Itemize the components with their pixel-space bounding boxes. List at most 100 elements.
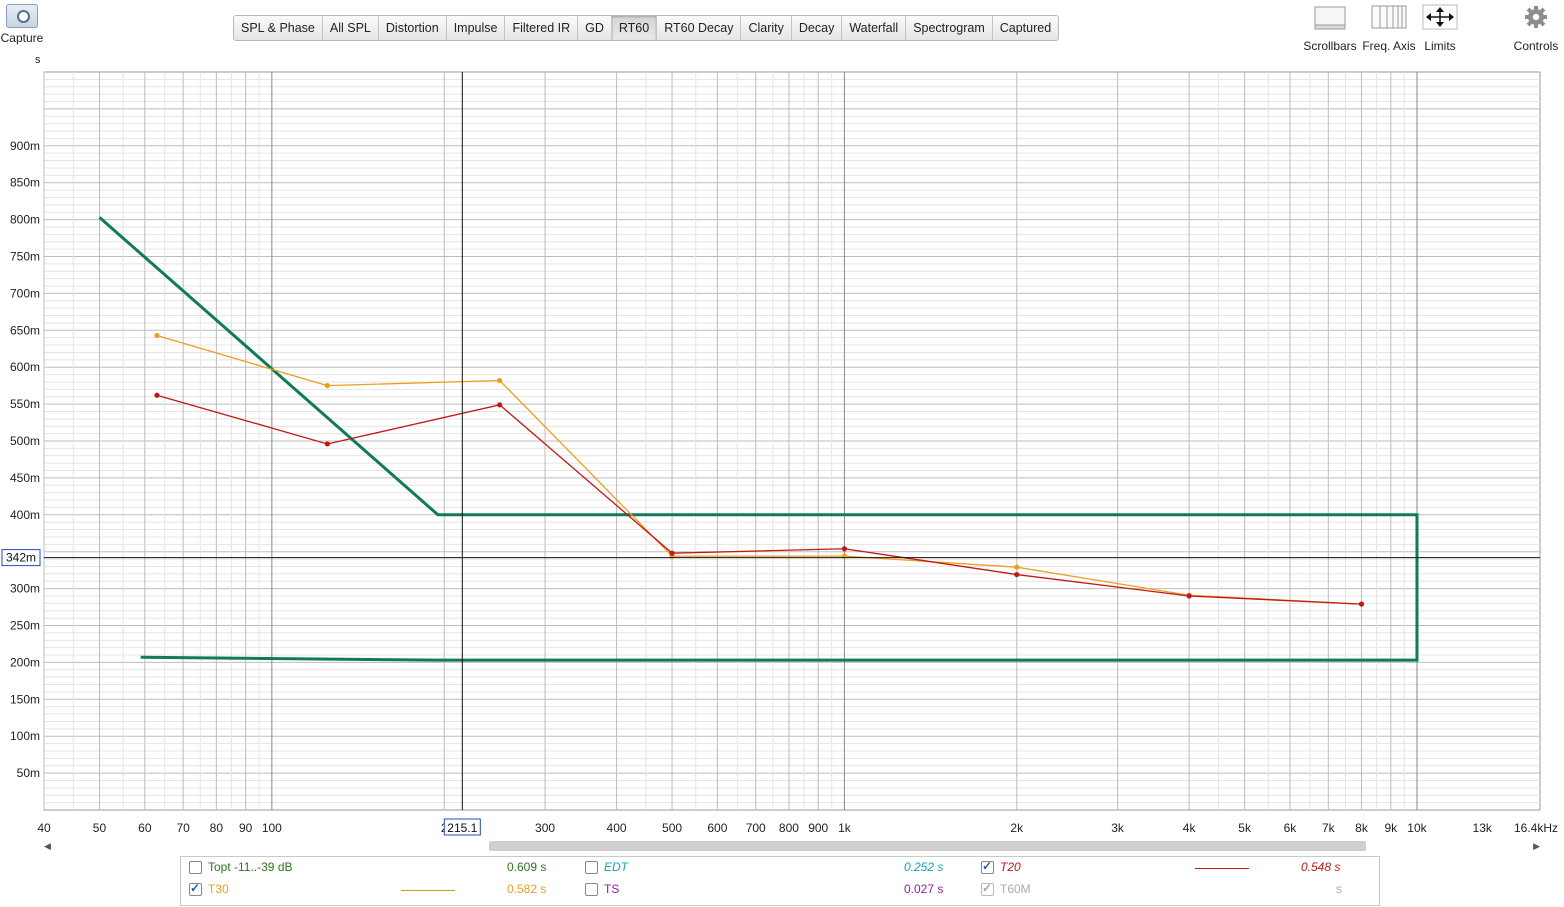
x-tick-label: 50 [93,821,107,835]
y-tick-label: 150m [10,692,40,706]
data-point-t20 [841,546,848,552]
x-tick-label: 1k [838,821,852,835]
t60m-checkbox [981,881,994,896]
y-tick-label: 750m [10,250,40,264]
tab-filtered-ir[interactable]: Filtered IR [505,16,579,40]
x-tick-label: 80 [210,821,224,835]
rt60-chart[interactable]: 50m 100m 150m 200m 250m 300m 400m 450m 500m 550m 6… [0,60,1564,840]
y-tick-label: 500m [10,434,40,448]
tab-rt60[interactable]: RT60 [611,16,658,40]
data-point-t20 [669,550,675,556]
tab-waterfall[interactable]: Waterfall [842,16,907,40]
cursor-y-label: 342m [6,551,36,565]
limits-arrows-icon [1420,4,1460,30]
y-tick-label: 300m [10,582,40,596]
scrollbar-thumb[interactable] [489,841,1366,851]
x-tick-label: 7k [1322,821,1336,835]
capture-button[interactable]: Capture [0,4,44,45]
scroll-left-arrow-icon[interactable]: ◀ [44,840,51,852]
legend-t30[interactable]: T30 [189,881,229,896]
x-tick-label: 6k [1284,821,1298,835]
ts-checkbox[interactable] [585,882,598,896]
controls-button[interactable]: Controls [1510,4,1562,53]
legend-row: Topt -11..-39 dB 0.609 s EDT 0.252 s T20… [181,857,1379,879]
legend-edt[interactable]: EDT [585,860,628,874]
x-tick-label: 10k [1407,821,1427,835]
y-tick-label: 900m [10,139,40,153]
tab-captured[interactable]: Captured [993,16,1058,40]
x-tick-label: 70 [176,821,190,835]
y-tick-label: 200m [10,655,40,669]
y-tick-label: 700m [10,286,40,300]
y-tick-label: 550m [10,397,40,411]
x-tick-label: 4k [1183,821,1197,835]
x-tick-label: 13k [1473,821,1493,835]
x-tick-label: 16.4kHz [1514,821,1558,835]
t20-label: T20 [1000,860,1021,874]
tab-spectrogram[interactable]: Spectrogram [906,16,993,40]
edt-value: 0.252 s [904,860,944,874]
y-tick-label: 850m [10,176,40,190]
t20-legend-line [1195,868,1249,869]
x-tick-label: 5k [1238,821,1252,835]
legend-t20[interactable]: T20 [981,859,1021,874]
scroll-right-arrow-icon[interactable]: ▶ [1533,840,1540,852]
x-tick-label: 2k [1010,821,1024,835]
y-tick-label: 50m [17,766,40,780]
data-point-t30 [1014,564,1020,570]
x-tick-labels: 40506070809010023004005006007008009001k2… [37,821,1558,835]
t60m-value: s [1336,882,1342,896]
tab-decay[interactable]: Decay [792,16,843,40]
tab-clarity[interactable]: Clarity [741,16,792,40]
x-tick-label: 400 [607,821,627,835]
limits-label: Limits [1424,39,1456,53]
y-tick-label: 400m [10,508,40,522]
data-point-t30 [324,383,330,389]
camera-icon [6,4,38,28]
legend-topt[interactable]: Topt -11..-39 dB [189,860,293,874]
topt-label: Topt -11..-39 dB [208,860,293,874]
legend-row: T30 0.582 s TS 0.027 s T60M s [181,879,1379,901]
tab-distortion[interactable]: Distortion [379,16,447,40]
x-tick-label: 90 [239,821,253,835]
y-tick-label: 800m [10,213,40,227]
x-tick-label: 900 [808,821,828,835]
freq-axis-button[interactable]: Freq. Axis [1360,4,1418,53]
data-point-t30 [497,377,503,384]
x-tick-label: 700 [746,821,766,835]
data-point-t30 [154,332,160,339]
edt-label: EDT [604,860,628,874]
x-tick-label: 500 [662,821,682,835]
topt-value: 0.609 s [507,860,547,874]
y-tick-labels: 50m 100m 150m 200m 250m 300m 400m 450m 500m 550m 6… [10,139,40,780]
cursor-x-label: 215.1 [447,821,477,835]
legend-panel: Topt -11..-39 dB 0.609 s EDT 0.252 s T20… [180,856,1380,906]
legend-ts[interactable]: TS [585,882,619,896]
scrollbars-button[interactable]: Scrollbars [1302,4,1358,53]
tab-impulse[interactable]: Impulse [447,16,506,40]
y-tick-label: 600m [10,360,40,374]
data-point-t20 [497,402,503,408]
freq-axis-label: Freq. Axis [1362,39,1416,53]
tab-gd[interactable]: GD [578,16,612,40]
tab-rt60-decay[interactable]: RT60 Decay [657,16,742,40]
x-tick-label: 9k [1384,821,1398,835]
tab-all-spl[interactable]: All SPL [323,16,379,40]
limits-button[interactable]: Limits [1420,4,1460,53]
data-point-t20 [1014,571,1020,578]
y-tick-label: 450m [10,471,40,485]
t20-checkbox[interactable] [981,859,994,874]
edt-checkbox[interactable] [585,860,598,874]
tab-spl-phase[interactable]: SPL & Phase [234,16,323,40]
horizontal-scrollbar[interactable]: ◀ ▶ [44,840,1540,852]
topt-checkbox[interactable] [189,860,202,874]
data-point-t20 [324,441,330,447]
x-tick-label: 800 [779,821,799,835]
data-point-t20 [1186,593,1192,599]
grid [43,72,1540,810]
t30-value: 0.582 s [507,882,547,896]
x-tick-label: 300 [535,821,555,835]
t30-checkbox[interactable] [189,881,202,896]
capture-label: Capture [0,31,44,45]
x-tick-label: 100 [262,821,282,835]
